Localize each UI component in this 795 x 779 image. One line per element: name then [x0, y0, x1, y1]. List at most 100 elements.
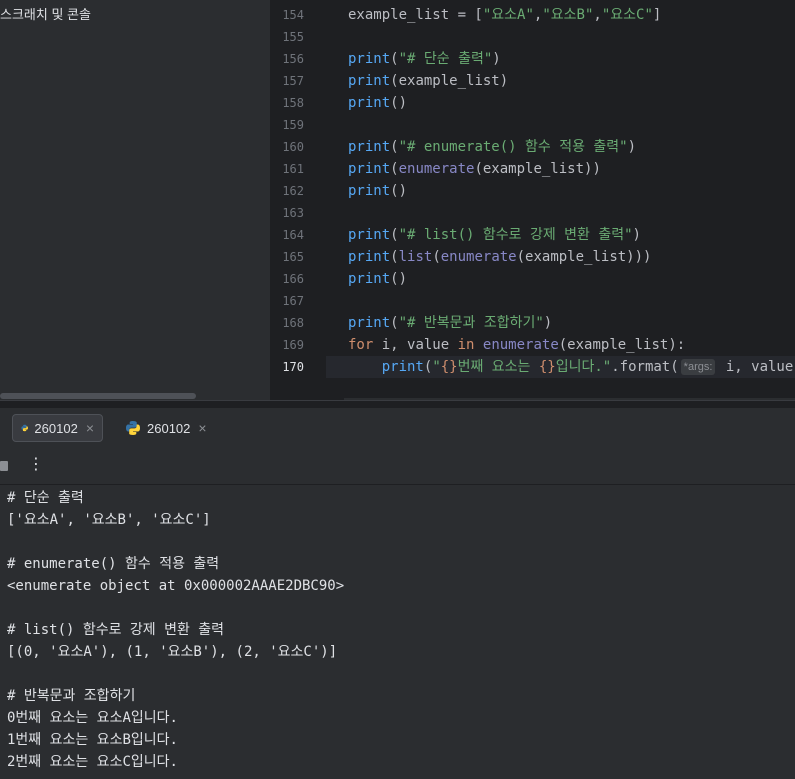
format-brace-token: {}: [440, 359, 458, 375]
code-line-168[interactable]: print("# 반복문과 조합하기"): [348, 312, 552, 334]
function-token: print: [381, 359, 424, 375]
line-number-active: 170: [282, 360, 304, 374]
code-token: (example_list):: [558, 337, 686, 353]
code-token: .format(: [611, 359, 679, 375]
run-tab-label: 260102: [147, 420, 191, 436]
code-token: (): [390, 271, 408, 287]
builtin-token: list: [398, 249, 433, 265]
code-token: (: [390, 315, 399, 331]
line-number: 159: [282, 118, 304, 132]
line-number: 162: [282, 184, 304, 198]
console-line: <enumerate object at 0x000002AAAE2DBC90>: [7, 578, 345, 594]
console-line: 1번째 요소는 요소B입니다.: [7, 732, 178, 748]
string-token: "# 단순 출력": [398, 51, 493, 67]
string-token: 번째 요소는: [457, 359, 539, 375]
run-tab-bar: 260102 × 260102 ×: [0, 408, 795, 448]
scratches-and-consoles-item[interactable]: 스크래치 및 콘솔: [0, 4, 91, 23]
code-token: (: [390, 51, 399, 67]
function-token: print: [348, 271, 391, 287]
line-number: 166: [282, 272, 304, 286]
string-token: "요소C": [601, 7, 653, 23]
code-token: (: [390, 161, 399, 177]
python-icon: [126, 421, 140, 435]
line-number: 156: [282, 52, 304, 66]
line-number: 154: [282, 8, 304, 22]
string-token: "# enumerate() 함수 적용 출력": [398, 139, 628, 155]
line-number: 158: [282, 96, 304, 110]
code-token: (: [432, 249, 441, 265]
format-brace-token: {}: [538, 359, 556, 375]
code-line-158[interactable]: print(): [348, 92, 407, 114]
code-line-160[interactable]: print("# enumerate() 함수 적용 출력"): [348, 136, 636, 158]
code-token: (: [390, 227, 399, 243]
close-icon[interactable]: ×: [86, 420, 94, 436]
more-options-icon[interactable]: ⋮: [28, 454, 44, 474]
code-token: (example_list)): [474, 161, 601, 177]
line-number: 160: [282, 140, 304, 154]
string-token: "# 반복문과 조합하기": [398, 315, 544, 331]
code-token: example_list = [: [348, 7, 483, 23]
function-token: print: [348, 227, 391, 243]
code-token: i, value: [373, 337, 458, 353]
parameter-hint: *args:: [680, 359, 716, 375]
code-line-161[interactable]: print(enumerate(example_list)): [348, 158, 601, 180]
code-line-170[interactable]: print("{}번째 요소는 {}입니다.".format(*args: i,…: [348, 356, 795, 378]
function-token: print: [348, 51, 391, 67]
code-line-165[interactable]: print(list(enumerate(example_list))): [348, 246, 651, 268]
console-line: # 단순 출력: [7, 490, 84, 506]
console-line: # enumerate() 함수 적용 출력: [7, 556, 220, 572]
string-token: ": [432, 359, 441, 375]
code-editor[interactable]: 154 155 156 157 158 159 160 161 162 163 …: [274, 0, 795, 400]
code-token: ): [543, 315, 553, 331]
code-token: ): [632, 227, 641, 243]
function-token: print: [348, 249, 391, 265]
string-token: "요소B": [542, 7, 594, 23]
code-token: (): [390, 95, 408, 111]
string-token: "요소A": [482, 7, 534, 23]
function-token: print: [348, 161, 391, 177]
code-line-156[interactable]: print("# 단순 출력"): [348, 48, 501, 70]
line-number: 167: [282, 294, 304, 308]
project-pane: 스크래치 및 콘솔: [0, 0, 270, 400]
run-tab-260102[interactable]: 260102 ×: [125, 414, 215, 442]
horizontal-scrollbar[interactable]: [0, 393, 196, 399]
code-token: (: [390, 249, 399, 265]
code-token: (): [390, 183, 408, 199]
console-line: 2번째 요소는 요소C입니다.: [7, 754, 178, 770]
function-token: print: [348, 139, 391, 155]
run-tab-label: 260102: [34, 420, 78, 436]
function-token: print: [348, 73, 391, 89]
run-tab-260102-active[interactable]: 260102 ×: [12, 414, 103, 442]
code-line-166[interactable]: print(): [348, 268, 407, 290]
code-token: ]: [652, 7, 662, 23]
console-line: # 반복문과 조합하기: [7, 688, 136, 704]
line-number: 163: [282, 206, 304, 220]
console-line: # list() 함수로 강제 변환 출력: [7, 622, 225, 638]
stop-icon[interactable]: [0, 461, 8, 471]
code-line-164[interactable]: print("# list() 함수로 강제 변환 출력"): [348, 224, 641, 246]
line-number: 157: [282, 74, 304, 88]
run-console[interactable]: # 단순 출력 ['요소A', '요소B', '요소C'] # enumerat…: [0, 485, 795, 779]
close-icon[interactable]: ×: [198, 420, 206, 436]
console-line: 0번째 요소는 요소A입니다.: [7, 710, 178, 726]
code-line-157[interactable]: print(example_list): [348, 70, 508, 92]
keyword-token: in: [457, 337, 475, 353]
code-token: ): [492, 51, 501, 67]
line-number: 161: [282, 162, 304, 176]
line-number: 165: [282, 250, 304, 264]
builtin-token: enumerate: [440, 249, 517, 265]
function-token: print: [348, 95, 391, 111]
code-line-154[interactable]: example_list = ["요소A","요소B","요소C"]: [348, 4, 661, 26]
line-number: 164: [282, 228, 304, 242]
function-token: print: [348, 315, 391, 331]
code-line-162[interactable]: print(): [348, 180, 407, 202]
line-number: 155: [282, 30, 304, 44]
builtin-token: enumerate: [482, 337, 559, 353]
console-line: [(0, '요소A'), (1, '요소B'), (2, '요소C')]: [7, 644, 338, 660]
code-line-169[interactable]: for i, value in enumerate(example_list):: [348, 334, 685, 356]
run-toolbar: ⋮: [0, 448, 795, 485]
keyword-token: for: [348, 337, 374, 353]
code-token: i, value)): [725, 359, 795, 375]
